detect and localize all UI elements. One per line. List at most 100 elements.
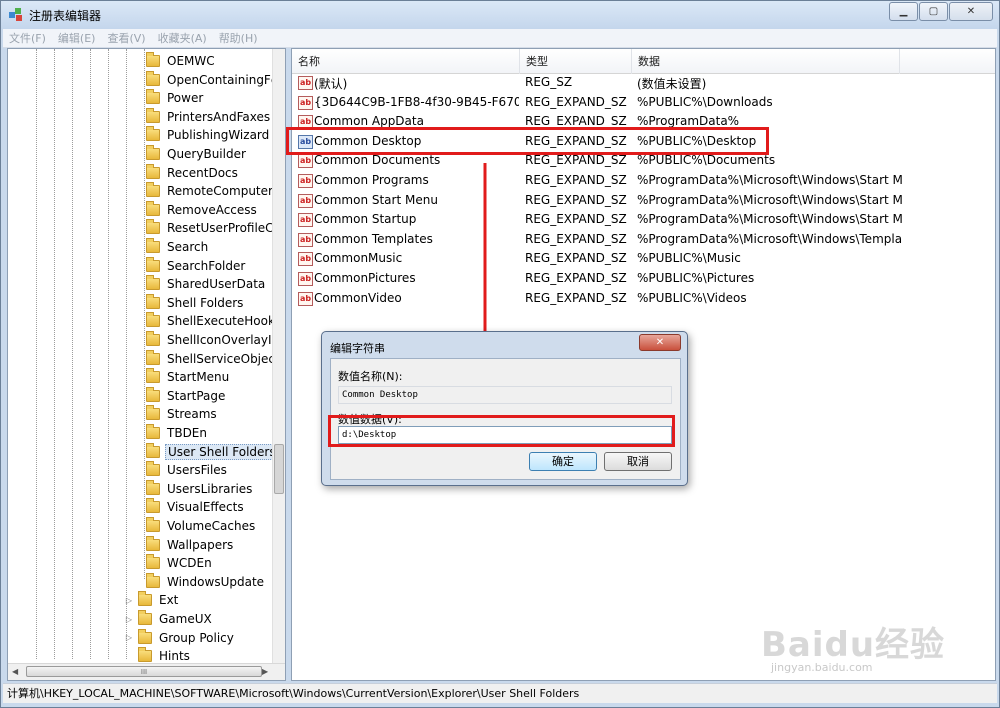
value-data: %PUBLIC%\Music — [637, 251, 741, 266]
tree-item-label: VolumeCaches — [167, 519, 256, 533]
tree-vertical-scroll-thumb[interactable] — [274, 444, 284, 494]
value-type: REG_EXPAND_SZ — [525, 290, 627, 305]
value-data: (数值未设置) — [637, 77, 707, 91]
column-header-type[interactable]: 类型 — [520, 49, 632, 74]
folder-icon — [146, 554, 160, 570]
baidu-watermark: Baidu经验 jingyan.baidu.com — [761, 611, 971, 681]
tree-item[interactable]: StartPage — [146, 386, 227, 405]
tree-item[interactable]: WindowsUpdate — [146, 572, 266, 591]
list-header: 名称 类型 数据 — [292, 49, 995, 74]
tree-item[interactable]: StartMenu — [146, 368, 231, 386]
tree-item[interactable]: Power — [146, 89, 205, 107]
folder-icon — [146, 275, 160, 291]
tree-item[interactable]: RemoteComputer — [146, 182, 275, 200]
tree-item[interactable]: RecentDocs — [146, 163, 240, 182]
folder-icon — [146, 52, 160, 67]
string-value-icon: ab — [298, 272, 313, 286]
tree-vertical-scrollbar[interactable] — [272, 49, 285, 663]
tree-item[interactable]: WCDEn — [146, 554, 214, 572]
tree-item[interactable]: SearchFolder — [146, 256, 247, 275]
tree-item[interactable]: VisualEffects — [146, 498, 246, 516]
value-row[interactable]: ab Common Documents REG_EXPAND_SZ %PUBLIC%\… — [292, 152, 995, 171]
tree-item[interactable]: SharedUserData — [146, 275, 267, 293]
tree-item[interactable]: ShellIconOverlayIc — [146, 331, 280, 349]
key-tree-pane[interactable]: OEMWC OpenContainingFc Power PrintersAndFax… — [7, 48, 286, 681]
column-header-name[interactable]: 名称 — [292, 49, 520, 74]
menu-edit[interactable]: 编辑(E) — [52, 30, 102, 46]
title-bar: 注册表编辑器 ▁ ▢ ✕ — [1, 1, 999, 29]
string-value-icon: ab — [298, 95, 313, 110]
tree-item[interactable]: ▷ Group Policy — [124, 628, 236, 647]
cancel-button[interactable]: 取消 — [604, 452, 672, 471]
watermark-brand: Baidu经验 — [761, 625, 946, 665]
folder-icon — [146, 70, 160, 86]
tree-item[interactable]: UsersLibraries — [146, 479, 254, 498]
value-row[interactable]: ab Common Startup REG_EXPAND_SZ %ProgramDat… — [292, 211, 995, 230]
value-row[interactable]: ab Common Templates REG_EXPAND_SZ %ProgramD… — [292, 231, 995, 250]
tree-item-label: Hints — [159, 649, 190, 664]
value-data: %ProgramData%\Microsoft\Windows\Start M.… — [637, 212, 902, 227]
value-row[interactable]: ab CommonPictures REG_EXPAND_SZ %PUBLIC%\Pi… — [292, 270, 995, 289]
scroll-grip-icon: III — [140, 667, 148, 676]
value-row[interactable]: ab CommonMusic REG_EXPAND_SZ %PUBLIC%\Music — [292, 250, 995, 269]
tree-horizontal-scroll-thumb[interactable]: III — [26, 666, 262, 677]
column-header-data[interactable]: 数据 — [632, 49, 900, 74]
tree-item[interactable]: ShellExecuteHooks — [146, 312, 283, 330]
menu-file[interactable]: 文件(F) — [3, 30, 52, 46]
tree-item[interactable]: UsersFiles — [146, 461, 229, 479]
maximize-button[interactable]: ▢ — [919, 2, 948, 21]
tree-item[interactable]: Shell Folders — [146, 293, 245, 312]
ok-button[interactable]: 确定 — [529, 452, 597, 471]
tree-item-label: User Shell Folders — [165, 443, 279, 460]
tree-item[interactable]: User Shell Folders — [146, 442, 279, 461]
watermark-url: jingyan.baidu.com — [771, 661, 873, 674]
value-row[interactable]: ab Common Start Menu REG_EXPAND_SZ %Program… — [292, 192, 995, 211]
scroll-left-icon[interactable]: ◀ — [12, 667, 18, 676]
folder-icon — [146, 312, 160, 328]
value-row[interactable]: ab{3D644C9B-1FB8-4f30-9B45-F67023... REG_… — [292, 94, 995, 113]
tree-item[interactable]: PublishingWizard — [146, 126, 271, 144]
tree-item[interactable]: Search — [146, 238, 210, 256]
tree-item[interactable]: QueryBuilder — [146, 145, 248, 163]
tree-guide-line — [72, 49, 73, 659]
value-type: REG_SZ — [525, 75, 573, 89]
tree-item[interactable]: PrintersAndFaxes — [146, 107, 272, 126]
tree-item-label: Streams — [167, 407, 217, 422]
tree-item[interactable]: Streams — [146, 405, 219, 423]
menu-favorites[interactable]: 收藏夹(A) — [152, 30, 213, 46]
menu-help[interactable]: 帮助(H) — [213, 30, 264, 46]
tree-item[interactable]: TBDEn — [146, 424, 209, 442]
scroll-right-icon[interactable]: ▶ — [262, 667, 268, 676]
tree-item-label: SharedUserData — [167, 277, 266, 292]
tree-item[interactable]: ▷ GameUX — [124, 610, 214, 628]
value-data: %PUBLIC%\Documents — [637, 153, 776, 168]
value-row[interactable]: ab (默认) REG_SZ (数值未设置) — [292, 74, 995, 93]
tree-item[interactable]: VolumeCaches — [146, 517, 257, 535]
tree-item-label: SearchFolder — [167, 258, 246, 273]
folder-icon — [146, 368, 160, 384]
expand-arrow-icon[interactable]: ▷ — [124, 596, 134, 605]
value-row[interactable]: ab Common Programs REG_EXPAND_SZ %ProgramDa… — [292, 172, 995, 191]
tree-item-label: StartMenu — [167, 370, 230, 385]
tree-item-label: RemoteComputer — [167, 184, 273, 199]
tree-item[interactable]: RemoveAccess — [146, 200, 259, 219]
tree-item[interactable]: OEMWC — [146, 52, 217, 70]
close-button[interactable]: ✕ — [949, 2, 993, 21]
minimize-button[interactable]: ▁ — [889, 2, 918, 21]
folder-icon — [146, 182, 160, 198]
value-row[interactable]: ab CommonVideo REG_EXPAND_SZ %PUBLIC%\Video… — [292, 290, 995, 309]
tree-item[interactable]: ▷ Ext — [124, 591, 180, 609]
expand-arrow-icon[interactable]: ▷ — [124, 615, 134, 624]
string-value-icon: ab — [298, 76, 313, 90]
value-name: {3D644C9B-1FB8-4f30-9B45-F67023... — [314, 94, 519, 109]
expand-arrow-icon[interactable]: ▷ — [124, 633, 134, 642]
tree-item[interactable]: Wallpapers — [146, 535, 235, 554]
tree-item[interactable]: OpenContainingFc — [146, 70, 279, 89]
folder-icon — [146, 126, 160, 142]
tree-item[interactable]: ShellServiceObject — [146, 349, 282, 368]
tree-item[interactable]: ResetUserProfileC — [146, 219, 276, 237]
dialog-close-button[interactable]: ✕ — [639, 334, 681, 351]
menu-view[interactable]: 查看(V) — [101, 30, 151, 46]
folder-icon — [146, 461, 160, 477]
tree-item-label: ShellServiceObject — [167, 351, 280, 366]
